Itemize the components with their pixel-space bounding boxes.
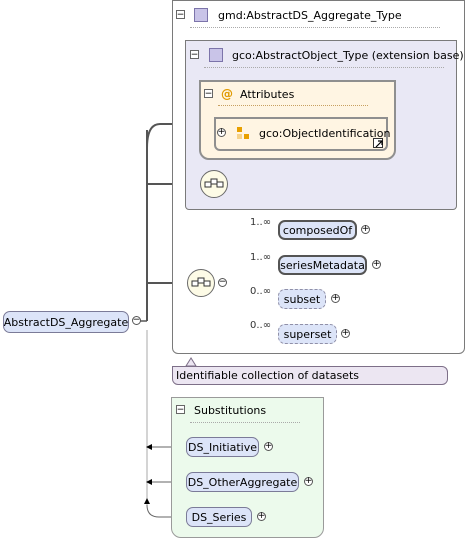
- child-element-subset[interactable]: subset: [278, 289, 326, 309]
- minus-icon: −: [176, 9, 185, 20]
- expand-attribute-group-button[interactable]: +: [217, 128, 226, 137]
- sequence-icon[interactable]: [187, 269, 215, 297]
- plus-icon: +: [304, 476, 313, 486]
- collapse-root-button[interactable]: −: [132, 316, 141, 325]
- child-element-label: superset: [283, 327, 332, 341]
- root-element[interactable]: AbstractDS_Aggregate: [3, 311, 129, 333]
- attribute-group-icon: [236, 126, 250, 140]
- substitution-ds-initiative[interactable]: DS_Initiative: [186, 437, 259, 457]
- minus-icon: −: [176, 404, 185, 415]
- substitution-label: DS_OtherAggregate: [187, 475, 298, 489]
- multiplicity-label: 1..∞: [250, 252, 272, 263]
- attribute-group-label: gco:ObjectIdentification: [259, 127, 391, 140]
- documentation-note: Identifiable collection of datasets: [172, 366, 448, 385]
- divider: [190, 422, 300, 423]
- plus-icon: +: [217, 127, 226, 137]
- divider: [218, 105, 368, 106]
- expand-child-button[interactable]: +: [372, 260, 381, 269]
- extension-label: gco:AbstractObject_Type (extension base): [232, 49, 464, 62]
- at-icon: @: [221, 87, 233, 101]
- divider: [204, 67, 444, 68]
- child-element-label: seriesMetadata: [280, 258, 365, 272]
- minus-icon: −: [204, 88, 213, 99]
- substitution-label: DS_Series: [191, 510, 247, 524]
- plus-icon: +: [264, 441, 273, 451]
- divider: [190, 27, 440, 28]
- plus-icon: +: [331, 293, 340, 303]
- minus-icon: −: [218, 277, 227, 287]
- plus-icon: +: [372, 259, 381, 269]
- extension-type-icon: [209, 48, 223, 62]
- minus-icon: −: [132, 315, 141, 325]
- multiplicity-label: 0..∞: [250, 320, 272, 331]
- substitution-label: DS_Initiative: [188, 440, 257, 454]
- expand-substitution-button[interactable]: +: [264, 442, 273, 451]
- multiplicity-label: 1..∞: [250, 217, 272, 228]
- attributes-label: Attributes: [240, 88, 295, 101]
- expand-child-button[interactable]: +: [331, 294, 340, 303]
- collapse-sequence-button[interactable]: −: [218, 278, 227, 287]
- expand-child-button[interactable]: +: [361, 225, 370, 234]
- plus-icon: +: [361, 224, 370, 234]
- expand-substitution-button[interactable]: +: [257, 512, 266, 521]
- child-element-seriesmetadata[interactable]: seriesMetadata: [278, 255, 367, 275]
- collapse-substitutions-button[interactable]: −: [176, 405, 185, 414]
- root-element-label: AbstractDS_Aggregate: [3, 315, 129, 329]
- multiplicity-label: 0..∞: [250, 286, 272, 297]
- plus-icon: +: [341, 328, 350, 338]
- substitution-ds-series[interactable]: DS_Series: [186, 507, 252, 527]
- child-element-superset[interactable]: superset: [278, 324, 337, 344]
- complex-type-label: gmd:AbstractDS_Aggregate_Type: [218, 9, 402, 22]
- collapse-extension-button[interactable]: −: [190, 50, 199, 59]
- child-element-label: composedOf: [282, 223, 353, 237]
- sequence-icon[interactable]: [200, 170, 228, 198]
- substitution-ds-otheraggregate[interactable]: DS_OtherAggregate: [186, 472, 299, 492]
- expand-substitution-button[interactable]: +: [304, 477, 313, 486]
- link-arrow-icon[interactable]: [373, 138, 383, 148]
- collapse-attributes-button[interactable]: −: [204, 89, 213, 98]
- minus-icon: −: [190, 49, 199, 60]
- expand-child-button[interactable]: +: [341, 329, 350, 338]
- child-element-label: subset: [283, 292, 321, 306]
- documentation-text: Identifiable collection of datasets: [176, 369, 359, 382]
- complex-type-icon: [194, 8, 208, 22]
- child-element-composedof[interactable]: composedOf: [278, 220, 357, 240]
- collapse-type-button[interactable]: −: [176, 10, 185, 19]
- substitutions-title: Substitutions: [194, 404, 267, 417]
- plus-icon: +: [257, 511, 266, 521]
